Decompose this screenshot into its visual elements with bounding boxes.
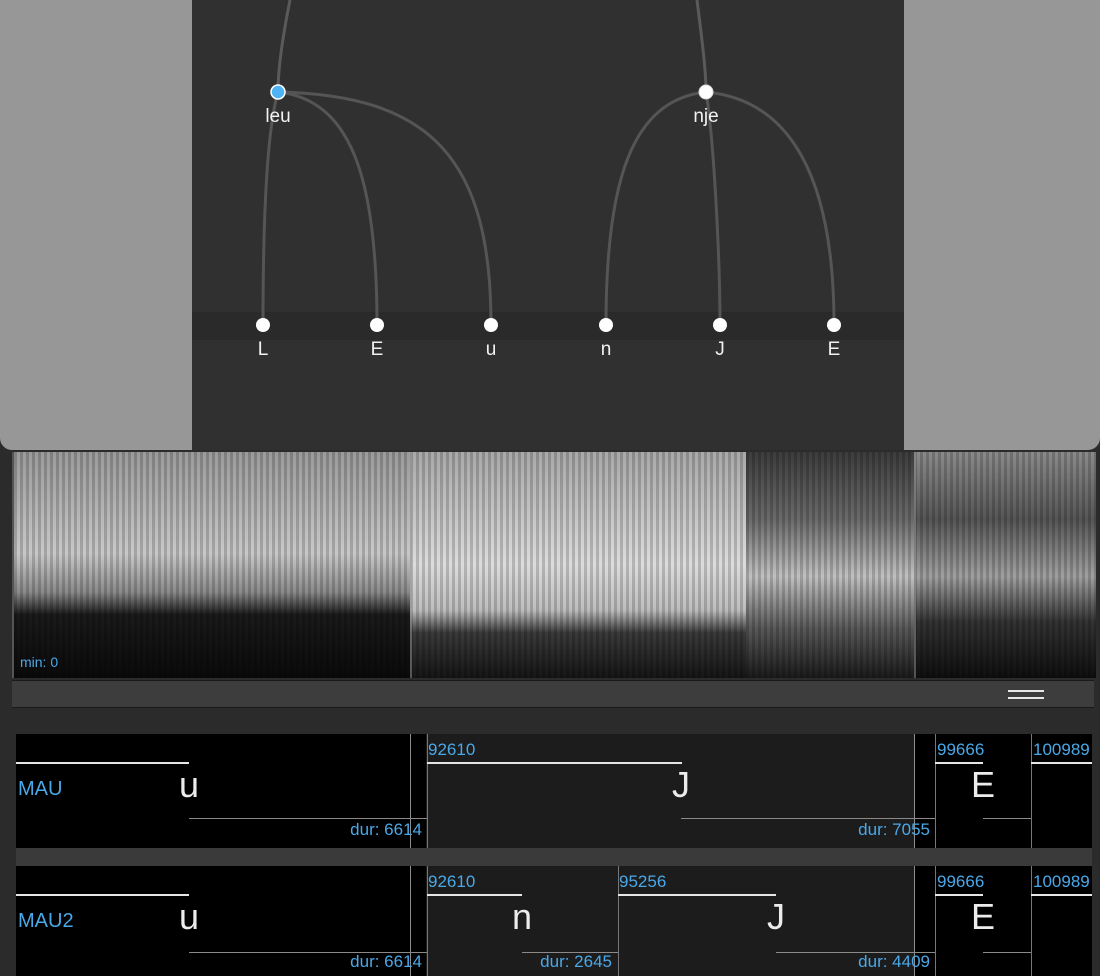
segment-top-line — [16, 894, 189, 896]
segment-top-line — [427, 762, 682, 764]
spectrogram[interactable]: min: 0 — [12, 452, 1096, 678]
node-label-E2: E — [827, 339, 841, 360]
node-label-u: u — [485, 339, 497, 360]
tier-name: MAU — [18, 778, 63, 800]
segment-top-line — [427, 894, 522, 896]
hierarchy-panel: leu nje L E u n J E — [0, 0, 1100, 450]
segment-label[interactable]: n — [512, 896, 532, 938]
node-L[interactable] — [256, 318, 270, 332]
node-u[interactable] — [484, 318, 498, 332]
segment-top-line — [16, 762, 189, 764]
node-label-n: n — [600, 339, 612, 360]
segment-bg — [426, 866, 915, 976]
edge-root-nje — [695, 0, 708, 93]
segment-duration: dur: 6614 — [350, 952, 422, 971]
segment-bottom-line — [983, 952, 1031, 953]
segment-top-line — [1031, 894, 1092, 896]
spectrogram-min-label: min: 0 — [20, 654, 59, 670]
segment-bottom-line — [983, 818, 1031, 819]
segment-start: 95256 — [619, 872, 667, 891]
node-label-E1: E — [370, 339, 384, 360]
segment-start: 100989 — [1033, 872, 1090, 891]
segment-duration: dur: 2645 — [540, 952, 612, 971]
spectrogram-image — [14, 452, 1096, 678]
segment-label[interactable]: u — [179, 896, 199, 938]
tier-mau2[interactable]: MAU2 u dur: 6614 92610 n dur: 2645 95256… — [16, 866, 1092, 976]
resize-handle-icon[interactable] — [1008, 690, 1044, 699]
segment-start: 99666 — [937, 740, 985, 759]
edge-leu-E — [277, 90, 379, 326]
tier-separator — [16, 848, 1092, 866]
node-n[interactable] — [599, 318, 613, 332]
node-E2[interactable] — [827, 318, 841, 332]
segment-label[interactable]: u — [179, 764, 199, 806]
edge-leu-u — [277, 90, 493, 326]
node-label-leu: leu — [265, 106, 291, 127]
hierarchy-graph — [192, 0, 904, 340]
segment-label[interactable]: E — [971, 764, 995, 806]
edge-nje-n — [604, 90, 707, 326]
hierarchy-canvas[interactable]: leu nje L E u n J E — [192, 0, 904, 450]
node-label-J: J — [715, 339, 725, 360]
boundary-line — [1031, 866, 1032, 976]
segment-start: 92610 — [428, 872, 476, 891]
node-label-nje: nje — [693, 106, 719, 127]
edge-nje-E — [705, 90, 836, 326]
edge-root-leu — [276, 0, 292, 93]
segment-label[interactable]: E — [971, 896, 995, 938]
leaf-level-band — [192, 312, 904, 340]
segment-top-line — [618, 894, 776, 896]
segment-bottom-line — [189, 818, 427, 819]
segment-label[interactable]: J — [767, 896, 785, 938]
boundary-line — [935, 866, 936, 976]
segment-duration: dur: 4409 — [858, 952, 930, 971]
resize-bar[interactable] — [12, 680, 1094, 708]
segment-duration: dur: 6614 — [350, 820, 422, 839]
node-nje[interactable] — [698, 84, 714, 100]
node-J[interactable] — [713, 318, 727, 332]
node-label-L: L — [257, 339, 269, 360]
segment-label[interactable]: J — [672, 764, 690, 806]
segment-start: 100989 — [1033, 740, 1090, 759]
node-E1[interactable] — [370, 318, 384, 332]
divider — [12, 708, 1094, 734]
segment-start: 99666 — [937, 872, 985, 891]
boundary-line — [1031, 734, 1032, 848]
tier-mau[interactable]: MAU u dur: 6614 92610 J dur: 7055 99666 … — [16, 734, 1092, 848]
segment-start: 92610 — [428, 740, 476, 759]
segment-bg — [426, 734, 915, 848]
boundary-line — [935, 734, 936, 848]
segment-duration: dur: 7055 — [858, 820, 930, 839]
tier-name: MAU2 — [18, 910, 74, 932]
segment-top-line — [1031, 762, 1092, 764]
node-leu[interactable] — [270, 84, 286, 100]
segment-bottom-line — [681, 818, 935, 819]
